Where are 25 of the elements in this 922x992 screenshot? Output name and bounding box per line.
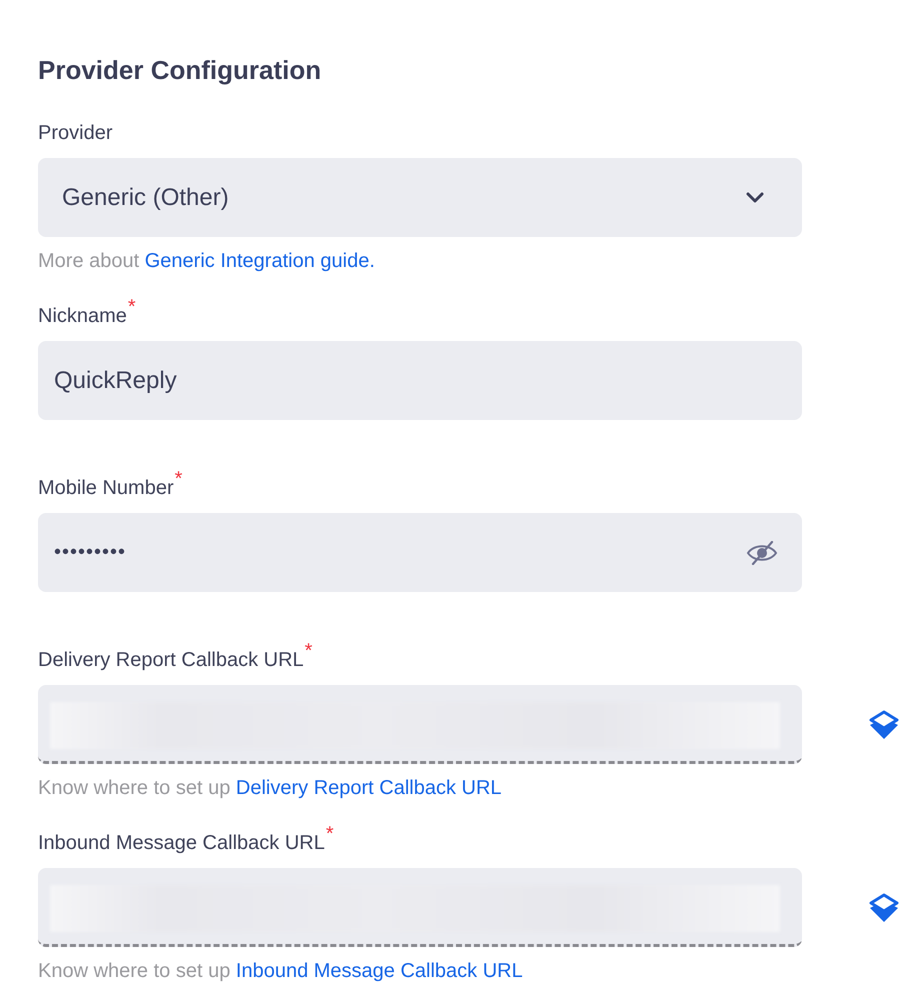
field-label: Provider [38, 121, 112, 145]
help-text: More about Generic Integration guide. [38, 249, 375, 273]
url-input-field[interactable] [38, 868, 802, 947]
field-label: Nickname [38, 304, 127, 328]
field-label: Inbound Message Callback URL [38, 831, 325, 855]
layers-icon[interactable] [868, 710, 900, 740]
help-text: Know where to set up Inbound Message Callback URL [38, 959, 523, 983]
eye-off-icon[interactable] [746, 540, 778, 564]
help-link[interactable]: Generic Integration guide. [144, 250, 375, 272]
provider-select[interactable]: Generic (Other) [38, 158, 802, 237]
required-asterisk: * [174, 472, 182, 486]
field-label: Delivery Report Callback URL [38, 648, 304, 672]
text-input-field[interactable]: QuickReply [38, 341, 802, 420]
password-input-field[interactable]: ••••••••• [38, 513, 802, 592]
layers-icon[interactable] [868, 892, 900, 922]
chevron-down-icon [746, 192, 764, 203]
field-label: Mobile Number [38, 476, 174, 500]
url-input-field[interactable] [38, 685, 802, 764]
help-link[interactable]: Delivery Report Callback URL [236, 777, 502, 799]
required-asterisk: * [304, 644, 312, 658]
help-link[interactable]: Inbound Message Callback URL [236, 960, 523, 982]
help-text: Know where to set up Delivery Report Callback URL [38, 776, 502, 800]
section-title: Provider Configuration [38, 54, 322, 86]
required-asterisk: * [128, 300, 136, 314]
required-asterisk: * [326, 827, 334, 841]
